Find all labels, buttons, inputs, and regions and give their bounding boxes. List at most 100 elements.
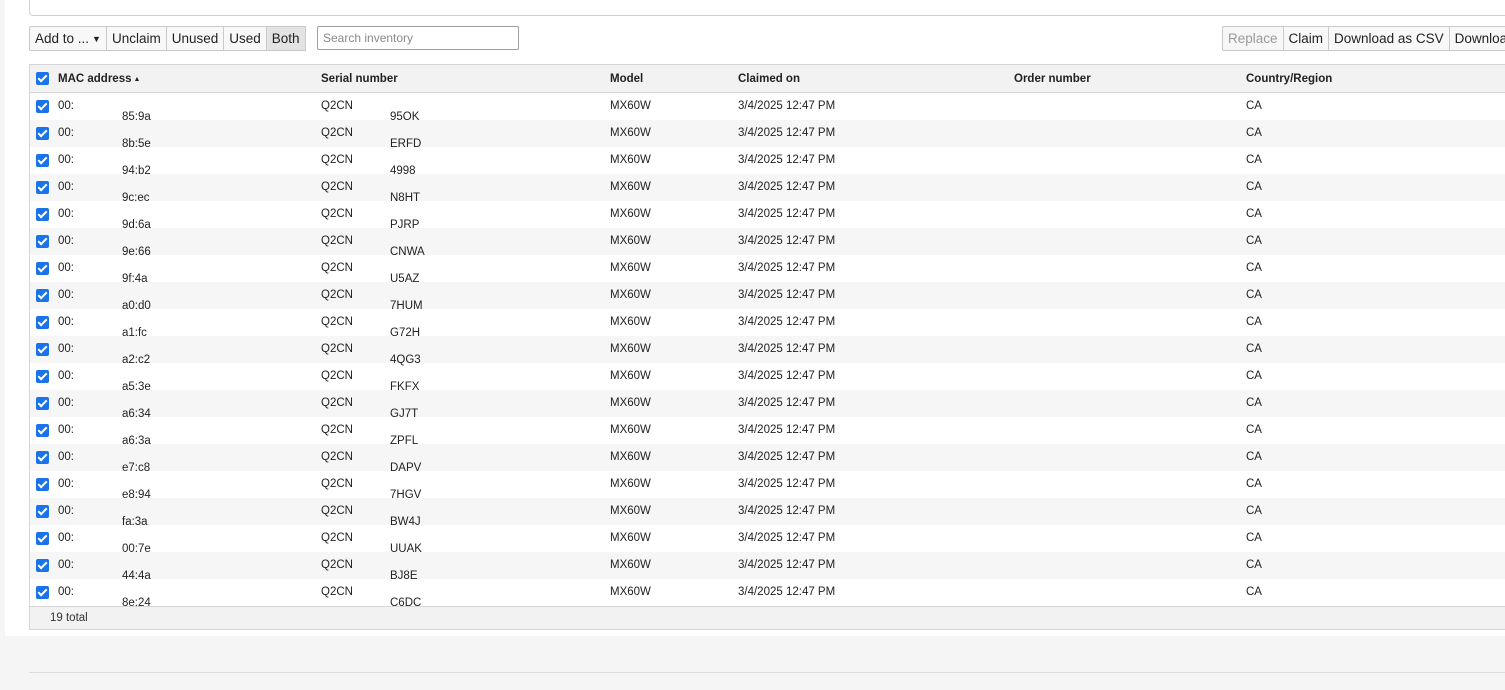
claimed-on-cell: 3/4/2025 12:47 PM bbox=[738, 208, 836, 220]
mac-prefix: 00: bbox=[58, 505, 74, 517]
row-checkbox[interactable] bbox=[36, 208, 49, 221]
row-checkbox[interactable] bbox=[36, 586, 49, 599]
table-row[interactable]: 00:8b:5e Q2CNERFD MX60W 3/4/2025 12:47 PM CA bbox=[30, 120, 1505, 150]
model-cell: MX60W bbox=[610, 100, 651, 112]
table-row[interactable]: 00:e7:c8 Q2CNDAPV MX60W 3/4/2025 12:47 PM CA bbox=[30, 444, 1505, 474]
table-row[interactable]: 00:94:b2 Q2CN4998 MX60W 3/4/2025 12:47 PM CA bbox=[30, 147, 1505, 177]
country-cell: CA bbox=[1246, 370, 1262, 382]
inventory-table: MAC address ▲ Serial number Model Claimed… bbox=[29, 64, 1505, 630]
row-checkbox[interactable] bbox=[36, 451, 49, 464]
column-header-order-number[interactable]: Order number bbox=[1014, 65, 1091, 93]
table-row[interactable]: 00:44:4a Q2CNBJ8E MX60W 3/4/2025 12:47 PM CA bbox=[30, 552, 1505, 582]
select-all-checkbox[interactable] bbox=[36, 72, 49, 85]
table-row[interactable]: 00:9f:4a Q2CNU5AZ MX60W 3/4/2025 12:47 PM CA bbox=[30, 255, 1505, 285]
claim-button[interactable]: Claim bbox=[1282, 26, 1330, 51]
claimed-on-cell: 3/4/2025 12:47 PM bbox=[738, 532, 836, 544]
column-header-serial[interactable]: Serial number bbox=[321, 65, 398, 93]
table-row[interactable]: 00:9e:66 Q2CNCNWA MX60W 3/4/2025 12:47 PM CA bbox=[30, 228, 1505, 258]
row-checkbox[interactable] bbox=[36, 262, 49, 275]
claimed-on-cell: 3/4/2025 12:47 PM bbox=[738, 262, 836, 274]
claimed-on-cell: 3/4/2025 12:47 PM bbox=[738, 478, 836, 490]
table-footer: 19 total bbox=[30, 606, 1505, 629]
row-checkbox[interactable] bbox=[36, 505, 49, 518]
country-cell: CA bbox=[1246, 127, 1262, 139]
row-checkbox[interactable] bbox=[36, 343, 49, 356]
model-cell: MX60W bbox=[610, 343, 651, 355]
mac-prefix: 00: bbox=[58, 181, 74, 193]
row-checkbox[interactable] bbox=[36, 235, 49, 248]
table-row[interactable]: 00:00:7e Q2CNUUAK MX60W 3/4/2025 12:47 PM CA bbox=[30, 525, 1505, 555]
serial-prefix: Q2CN bbox=[321, 289, 353, 301]
toolbar-left: Add to ... ▼ Unclaim Unused Used Both bbox=[29, 26, 306, 51]
table-header: MAC address ▲ Serial number Model Claimed… bbox=[30, 65, 1505, 93]
search-input[interactable] bbox=[317, 26, 519, 50]
model-cell: MX60W bbox=[610, 181, 651, 193]
table-row[interactable]: 00:a6:34 Q2CNGJ7T MX60W 3/4/2025 12:47 PM CA bbox=[30, 390, 1505, 420]
download-csv-button[interactable]: Download as CSV bbox=[1328, 26, 1450, 51]
row-checkbox[interactable] bbox=[36, 289, 49, 302]
model-cell: MX60W bbox=[610, 208, 651, 220]
model-cell: MX60W bbox=[610, 478, 651, 490]
table-row[interactable]: 00:a1:fc Q2CNG72H MX60W 3/4/2025 12:47 PM CA bbox=[30, 309, 1505, 339]
row-checkbox[interactable] bbox=[36, 424, 49, 437]
table-row[interactable]: 00:a6:3a Q2CNZPFL MX60W 3/4/2025 12:47 PM CA bbox=[30, 417, 1505, 447]
model-cell: MX60W bbox=[610, 559, 651, 571]
replace-button[interactable]: Replace bbox=[1222, 26, 1284, 51]
row-checkbox[interactable] bbox=[36, 397, 49, 410]
row-checkbox[interactable] bbox=[36, 154, 49, 167]
row-checkbox[interactable] bbox=[36, 181, 49, 194]
row-checkbox[interactable] bbox=[36, 478, 49, 491]
download-button[interactable]: Downloa bbox=[1448, 26, 1505, 51]
model-cell: MX60W bbox=[610, 262, 651, 274]
country-cell: CA bbox=[1246, 397, 1262, 409]
filter-used-button[interactable]: Used bbox=[223, 26, 267, 51]
serial-prefix: Q2CN bbox=[321, 505, 353, 517]
table-row[interactable]: 00:a2:c2 Q2CN4QG3 MX60W 3/4/2025 12:47 PM CA bbox=[30, 336, 1505, 366]
table-row[interactable]: 00:9d:6a Q2CNPJRP MX60W 3/4/2025 12:47 PM CA bbox=[30, 201, 1505, 231]
model-cell: MX60W bbox=[610, 586, 651, 598]
model-cell: MX60W bbox=[610, 316, 651, 328]
table-row[interactable]: 00:9c:ec Q2CNN8HT MX60W 3/4/2025 12:47 PM CA bbox=[30, 174, 1505, 204]
country-cell: CA bbox=[1246, 235, 1262, 247]
claimed-on-cell: 3/4/2025 12:47 PM bbox=[738, 316, 836, 328]
table-row[interactable]: 00:fa:3a Q2CNBW4J MX60W 3/4/2025 12:47 PM CA bbox=[30, 498, 1505, 528]
filter-unused-button[interactable]: Unused bbox=[165, 26, 225, 51]
model-cell: MX60W bbox=[610, 127, 651, 139]
model-cell: MX60W bbox=[610, 370, 651, 382]
country-cell: CA bbox=[1246, 100, 1262, 112]
column-header-claimed-on[interactable]: Claimed on bbox=[738, 65, 800, 93]
mac-prefix: 00: bbox=[58, 127, 74, 139]
row-checkbox[interactable] bbox=[36, 559, 49, 572]
table-row[interactable]: 00:85:9a Q2CN95QK MX60W 3/4/2025 12:47 PM CA bbox=[30, 93, 1505, 123]
row-checkbox[interactable] bbox=[36, 370, 49, 383]
column-header-model[interactable]: Model bbox=[610, 65, 643, 93]
serial-prefix: Q2CN bbox=[321, 424, 353, 436]
country-cell: CA bbox=[1246, 505, 1262, 517]
row-checkbox[interactable] bbox=[36, 127, 49, 140]
caret-down-icon: ▼ bbox=[92, 34, 101, 44]
serial-prefix: Q2CN bbox=[321, 397, 353, 409]
row-checkbox[interactable] bbox=[36, 100, 49, 113]
mac-prefix: 00: bbox=[58, 208, 74, 220]
claimed-on-cell: 3/4/2025 12:47 PM bbox=[738, 451, 836, 463]
mac-prefix: 00: bbox=[58, 586, 74, 598]
table-row[interactable]: 00:e8:94 Q2CN7HGV MX60W 3/4/2025 12:47 PM CA bbox=[30, 471, 1505, 501]
table-row[interactable]: 00:a5:3e Q2CNFKFX MX60W 3/4/2025 12:47 PM CA bbox=[30, 363, 1505, 393]
model-cell: MX60W bbox=[610, 289, 651, 301]
row-checkbox[interactable] bbox=[36, 316, 49, 329]
table-row[interactable]: 00:8e:24 Q2CNC6DC MX60W 3/4/2025 12:47 PM CA bbox=[30, 579, 1505, 609]
add-to-dropdown-button[interactable]: Add to ... ▼ bbox=[29, 26, 107, 51]
row-checkbox[interactable] bbox=[36, 532, 49, 545]
serial-prefix: Q2CN bbox=[321, 235, 353, 247]
claimed-on-cell: 3/4/2025 12:47 PM bbox=[738, 127, 836, 139]
column-header-mac[interactable]: MAC address ▲ bbox=[58, 65, 140, 95]
model-cell: MX60W bbox=[610, 532, 651, 544]
filter-both-button[interactable]: Both bbox=[265, 26, 306, 51]
serial-prefix: Q2CN bbox=[321, 100, 353, 112]
model-cell: MX60W bbox=[610, 397, 651, 409]
unclaim-button[interactable]: Unclaim bbox=[105, 26, 167, 51]
country-cell: CA bbox=[1246, 289, 1262, 301]
column-header-country[interactable]: Country/Region bbox=[1246, 65, 1332, 93]
table-row[interactable]: 00:a0:d0 Q2CN7HUM MX60W 3/4/2025 12:47 PM CA bbox=[30, 282, 1505, 312]
top-filter-box bbox=[29, 0, 1505, 16]
